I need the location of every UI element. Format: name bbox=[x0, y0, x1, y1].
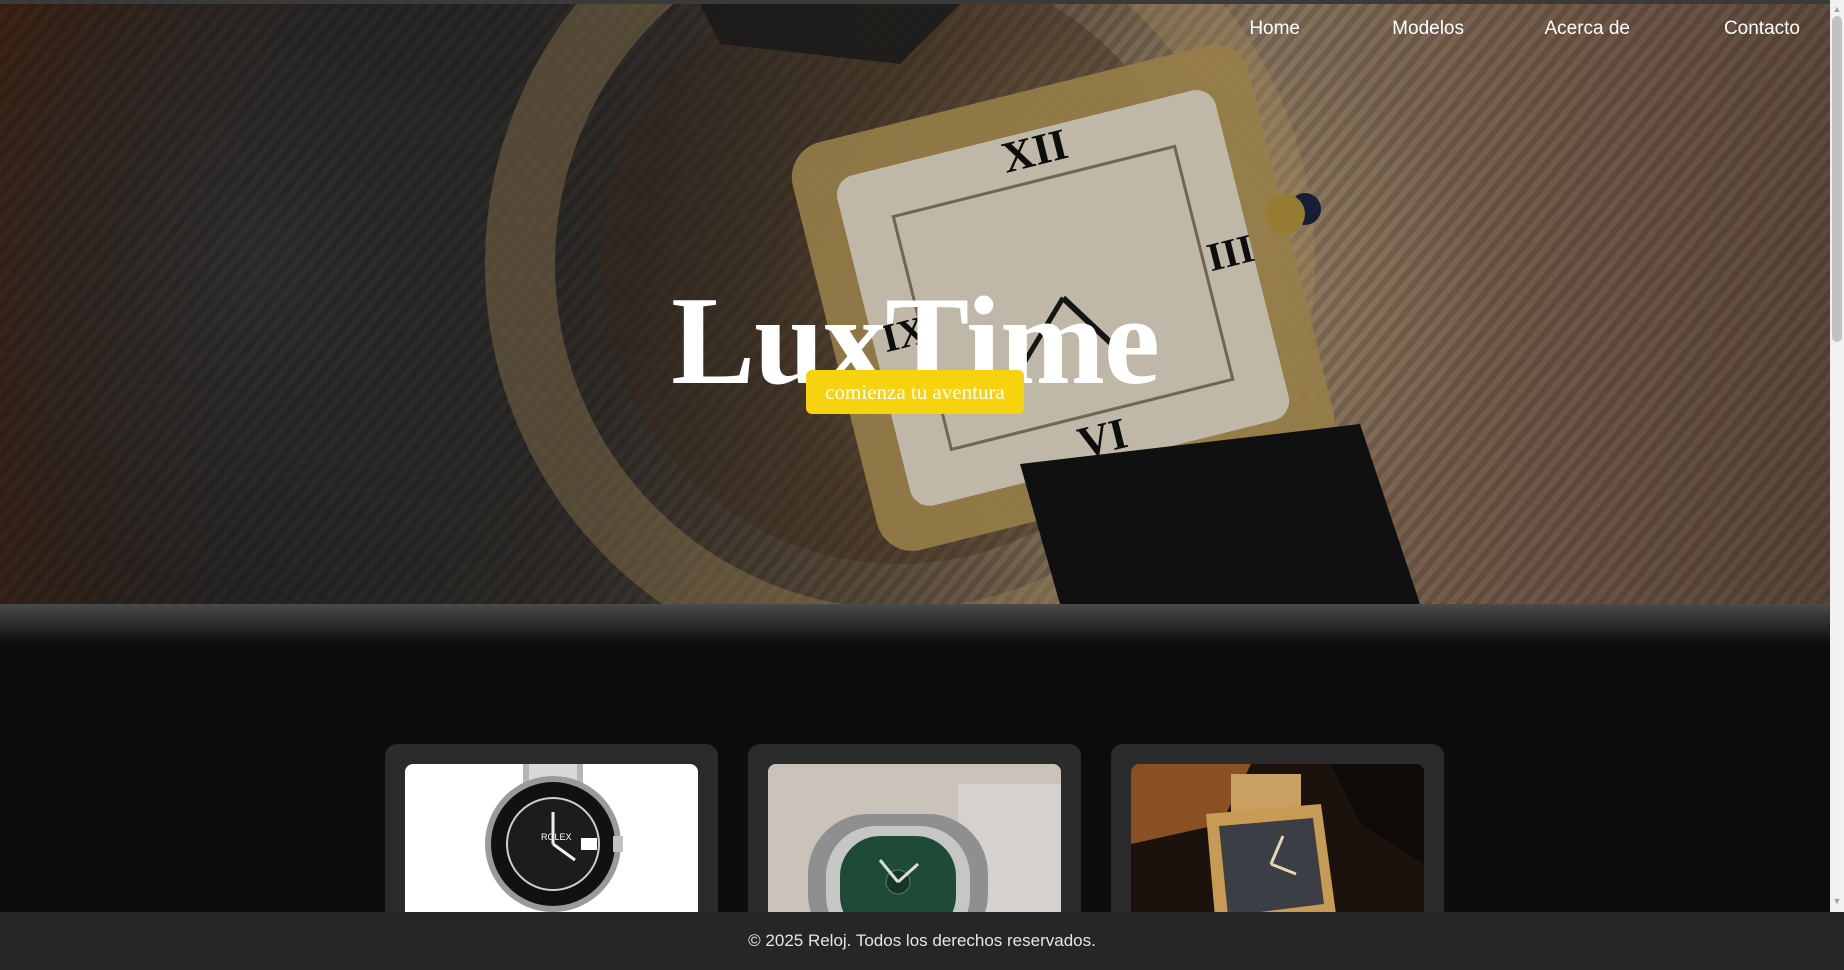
window-top-border bbox=[0, 0, 1830, 4]
nav-item-home[interactable]: Home bbox=[1249, 14, 1300, 44]
watch-cards-section: ROLEX bbox=[0, 744, 1830, 944]
hero-bottom-shadow bbox=[0, 604, 1830, 644]
hero-banner: XII III VI IX LuxTime comienza tu aventu… bbox=[0, 4, 1830, 604]
nav-item-modelos[interactable]: Modelos bbox=[1392, 14, 1464, 44]
nav-item-contacto[interactable]: Contacto bbox=[1724, 14, 1800, 44]
scroll-up-arrow-icon[interactable]: ▲ bbox=[1830, 2, 1844, 16]
scrollbar-thumb[interactable] bbox=[1832, 16, 1842, 342]
page-scrollbar[interactable]: ▲ ▼ bbox=[1830, 0, 1844, 912]
page-footer: © 2025 Reloj. Todos los derechos reserva… bbox=[0, 912, 1844, 970]
start-adventure-button[interactable]: comienza tu aventura bbox=[806, 370, 1024, 414]
svg-text:ROLEX: ROLEX bbox=[541, 832, 572, 842]
nav-item-acerca-de[interactable]: Acerca de bbox=[1544, 14, 1630, 44]
footer-copyright: © 2025 Reloj. Todos los derechos reserva… bbox=[748, 931, 1096, 950]
scroll-down-arrow-icon[interactable]: ▼ bbox=[1830, 894, 1844, 908]
